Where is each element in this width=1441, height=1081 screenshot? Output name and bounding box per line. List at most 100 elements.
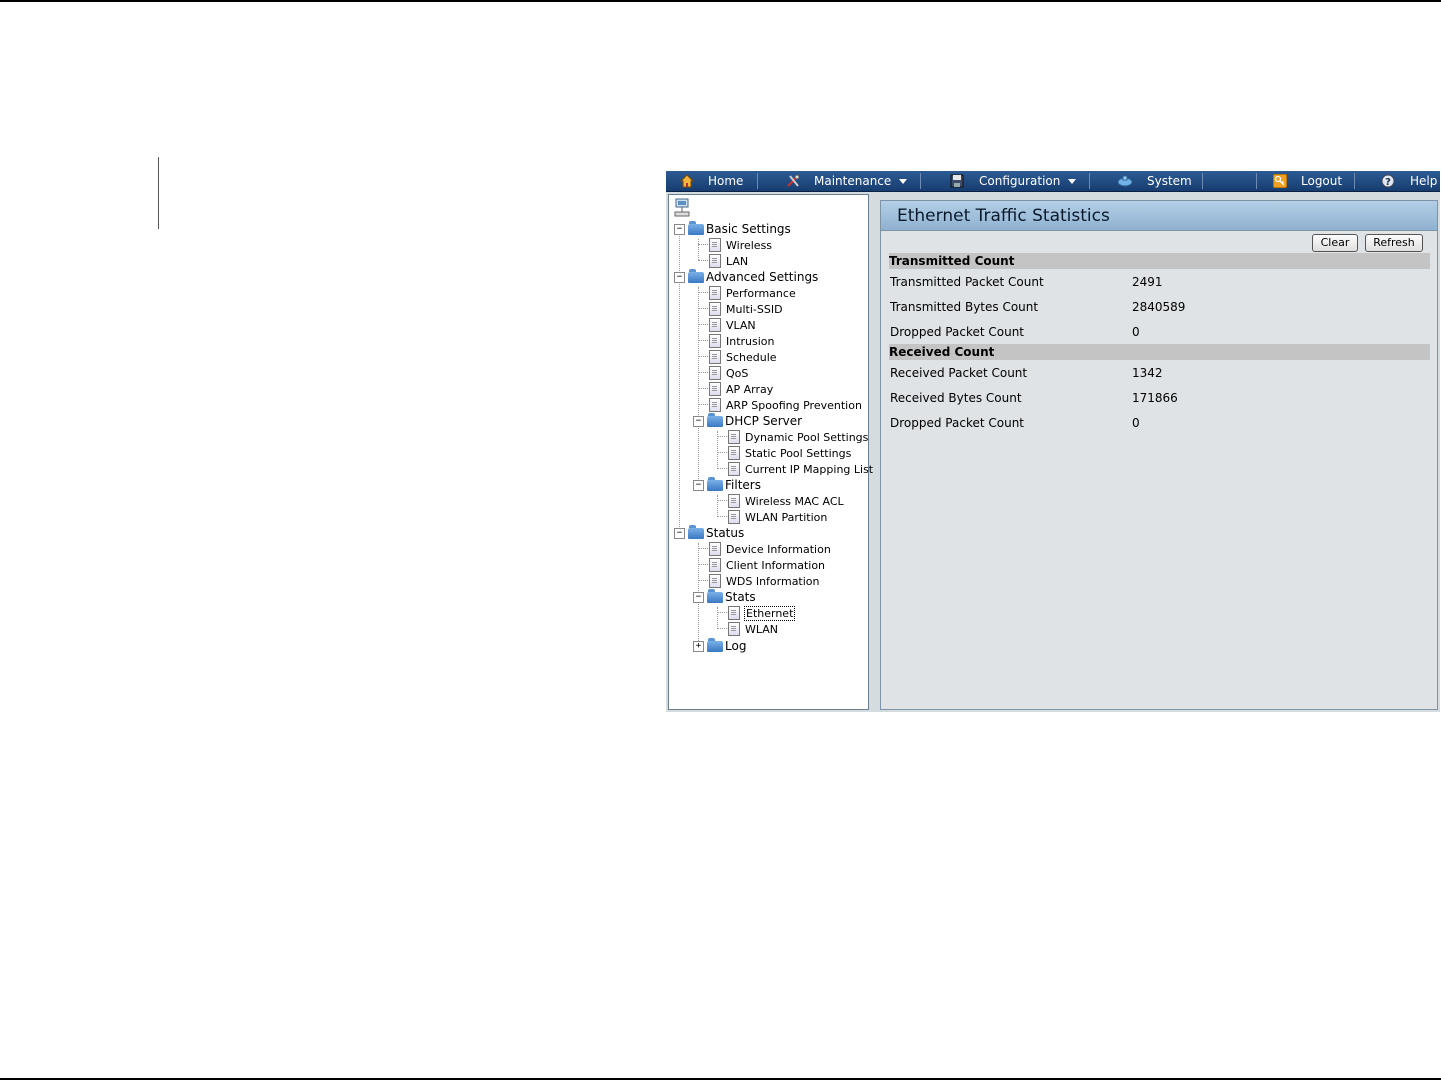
collapse-toggle[interactable]: − — [674, 528, 685, 539]
chevron-down-icon — [1068, 178, 1077, 184]
row-value: 2840589 — [1132, 300, 1186, 314]
page-icon — [728, 510, 740, 524]
tree-line — [698, 292, 708, 293]
help-icon: ? — [1381, 174, 1395, 188]
collapse-toggle[interactable]: − — [693, 416, 704, 427]
collapse-toggle[interactable]: − — [674, 272, 685, 283]
page-icon — [709, 350, 721, 364]
table-row: Transmitted Bytes Count 2840589 — [890, 297, 1185, 317]
tree-line — [717, 468, 727, 469]
tree-line — [717, 516, 727, 517]
tree-item-wireless-mac-acl[interactable]: Wireless MAC ACL — [728, 493, 844, 509]
tree-folder-status[interactable]: Status — [688, 524, 744, 541]
page-icon — [709, 286, 721, 300]
table-row: Dropped Packet Count 0 — [890, 413, 1140, 433]
tree-item-ap-array[interactable]: AP Array — [709, 381, 773, 397]
row-value: 0 — [1132, 325, 1140, 339]
transmitted-count-header: Transmitted Count — [889, 253, 1430, 269]
tree-item-multi-ssid[interactable]: Multi-SSID — [709, 301, 783, 317]
tree-folder-basic-settings[interactable]: Basic Settings — [688, 220, 791, 237]
tree-item-ethernet[interactable]: Ethernet — [728, 605, 796, 621]
tree-item-device-information[interactable]: Device Information — [709, 541, 831, 557]
tree-line — [698, 260, 708, 261]
row-label: Received Bytes Count — [890, 391, 1022, 405]
tree-folder-advanced-settings[interactable]: Advanced Settings — [688, 268, 818, 285]
collapse-toggle[interactable]: − — [693, 592, 704, 603]
menu-system[interactable]: System — [1117, 171, 1192, 191]
tree-line — [717, 607, 718, 629]
tree-item-arp-spoofing-prevention[interactable]: ARP Spoofing Prevention — [709, 397, 862, 413]
tree-item-wlan[interactable]: WLAN — [728, 621, 778, 637]
tree-item-vlan[interactable]: VLAN — [709, 317, 756, 333]
table-row: Received Bytes Count 171866 — [890, 388, 1178, 408]
tree-item-schedule[interactable]: Schedule — [709, 349, 777, 365]
tree-item-static-pool-settings[interactable]: Static Pool Settings — [728, 445, 851, 461]
tree-item-qos[interactable]: QoS — [709, 365, 748, 381]
tree-item-wlan-partition[interactable]: WLAN Partition — [728, 509, 827, 525]
menu-help[interactable]: ? Help — [1381, 171, 1437, 191]
tree-folder-dhcp-server[interactable]: DHCP Server — [707, 412, 802, 429]
row-value: 2491 — [1132, 275, 1163, 289]
menu-configuration-label: Configuration — [979, 174, 1061, 188]
tree-line — [698, 287, 699, 485]
page-icon — [728, 430, 740, 444]
top-rule — [0, 0, 1441, 2]
folder-open-icon — [707, 588, 723, 603]
page-icon — [728, 462, 740, 476]
row-label: Dropped Packet Count — [890, 416, 1025, 430]
tree-line — [698, 308, 708, 309]
collapse-toggle[interactable]: − — [693, 480, 704, 491]
tree-folder-stats[interactable]: Stats — [707, 588, 756, 605]
system-icon — [1117, 174, 1133, 188]
menu-logout[interactable]: Logout — [1272, 171, 1343, 191]
navigation-tree: − Basic Settings Wireless LAN − Advanced… — [668, 194, 873, 710]
tree-line — [698, 372, 708, 373]
tree-item-current-ip-mapping-list[interactable]: Current IP Mapping List — [728, 461, 873, 477]
collapse-toggle[interactable]: − — [674, 224, 685, 235]
clear-button[interactable]: Clear — [1312, 234, 1358, 252]
page-icon — [728, 494, 740, 508]
menu-maintenance-label: Maintenance — [814, 174, 892, 188]
tree-line — [717, 452, 727, 453]
tree-item-wds-information[interactable]: WDS Information — [709, 573, 820, 589]
tree-line — [698, 404, 708, 405]
network-root-icon — [674, 198, 692, 221]
folder-closed-icon — [707, 637, 723, 652]
page-icon — [709, 558, 721, 572]
menu-separator — [1256, 173, 1257, 189]
page-icon — [709, 382, 721, 396]
save-icon — [950, 174, 964, 188]
menu-bar: Home Maintenance Configuration System Lo… — [666, 171, 1440, 192]
row-label: Dropped Packet Count — [890, 325, 1025, 339]
tree-item-client-information[interactable]: Client Information — [709, 557, 825, 573]
tree-line — [698, 239, 699, 260]
chevron-down-icon — [899, 178, 908, 184]
tree-item-lan[interactable]: LAN — [709, 253, 748, 269]
table-row: Transmitted Packet Count 2491 — [890, 272, 1163, 292]
menu-maintenance[interactable]: Maintenance — [786, 171, 908, 191]
tree-folder-filters[interactable]: Filters — [707, 476, 761, 493]
menu-logout-label: Logout — [1301, 174, 1343, 188]
tree-line — [717, 612, 727, 613]
tree-item-performance[interactable]: Performance — [709, 285, 796, 301]
tree-folder-log[interactable]: Log — [707, 637, 746, 654]
page-icon — [728, 606, 740, 620]
expand-toggle[interactable]: + — [693, 641, 704, 652]
page-icon — [709, 318, 721, 332]
page-icon — [709, 542, 721, 556]
menu-home[interactable]: Home — [679, 171, 744, 191]
tree-item-wireless[interactable]: Wireless — [709, 237, 772, 253]
tree-item-intrusion[interactable]: Intrusion — [709, 333, 775, 349]
page-icon — [709, 238, 721, 252]
refresh-button[interactable]: Refresh — [1365, 234, 1423, 252]
page-icon — [709, 366, 721, 380]
bottom-rule — [0, 1078, 1441, 1080]
menu-help-label: Help — [1410, 174, 1438, 188]
tree-line — [717, 436, 727, 437]
menu-configuration[interactable]: Configuration — [950, 171, 1077, 191]
tree-line — [717, 628, 727, 629]
tree-item-dynamic-pool-settings[interactable]: Dynamic Pool Settings — [728, 429, 868, 445]
menu-home-label: Home — [708, 174, 744, 188]
row-value: 1342 — [1132, 366, 1163, 380]
tree-line — [698, 340, 708, 341]
